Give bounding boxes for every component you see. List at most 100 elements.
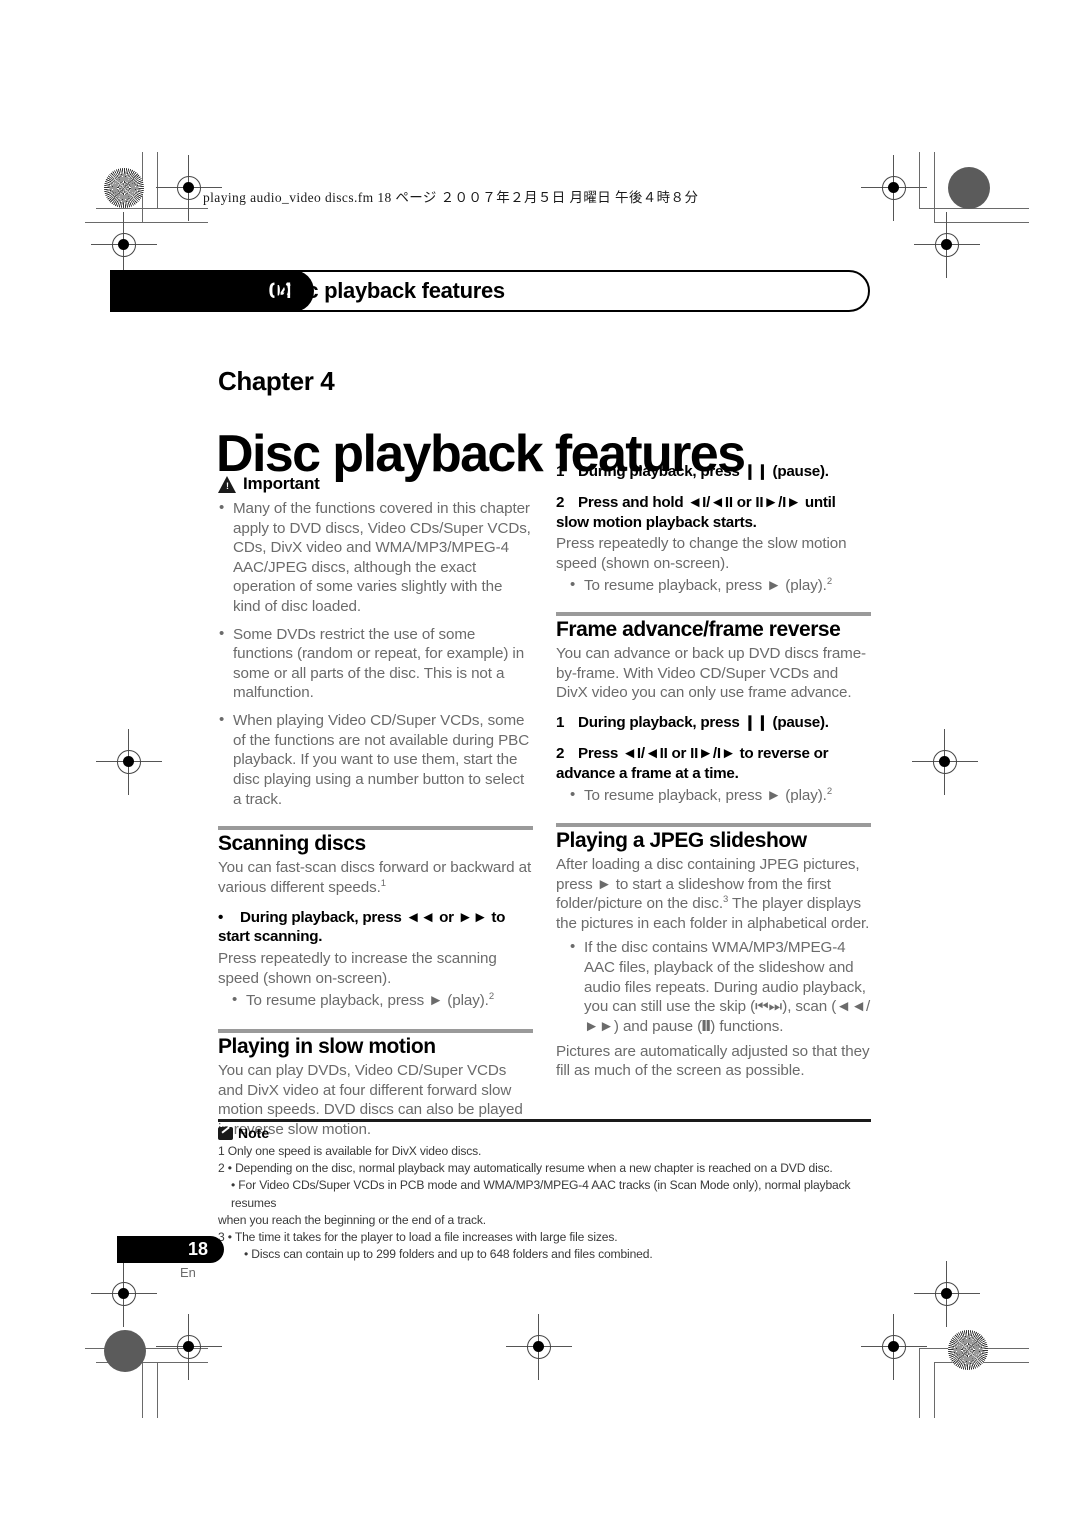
slow-motion-step-2: 2 Press and hold ◄I/◄II or II►/I► until s… (556, 493, 871, 533)
registration-mark (914, 212, 980, 278)
note-pencil-icon (218, 1126, 233, 1140)
step-text: During playback, press ❙❙ (pause). (578, 714, 829, 732)
note-item: 1 Only one speed is available for DivX v… (218, 1144, 482, 1158)
crop-mark-line (85, 222, 208, 223)
warning-triangle-icon: ! (218, 475, 237, 493)
left-column: ! Important Many of the functions covere… (218, 474, 533, 1141)
registration-mark (861, 155, 927, 221)
jpeg-slideshow-bullet-list: If the disc contains WMA/MP3/MPEG-4 AAC … (556, 937, 871, 1036)
slow-motion-resume-list: To resume playback, press ► (play).2 (556, 575, 871, 596)
step-number: 2 (556, 744, 565, 762)
frame-advance-step-1: 1 During playback, press ❙❙ (pause). (556, 713, 871, 733)
registration-mark (156, 1314, 222, 1380)
step-text: Press and hold ◄I/◄II or II►/I► until sl… (556, 493, 836, 531)
chapter-label: Chapter 4 (218, 366, 335, 396)
crop-mark-line (157, 1362, 158, 1418)
print-starburst-mark (948, 1330, 988, 1370)
footnote-ref: 1 (380, 877, 386, 889)
scanning-intro-text: You can fast-scan discs forward or backw… (218, 859, 532, 896)
section-rule (218, 1028, 533, 1033)
list-item: To resume playback, press ► (play).2 (556, 785, 871, 806)
frame-advance-resume-list: To resume playback, press ► (play).2 (556, 785, 871, 806)
registration-mark (91, 212, 157, 278)
slow-motion-step-1: 1 During playback, press ❙❙ (pause). (556, 462, 871, 482)
crop-mark-line (919, 208, 1029, 209)
printer-marks-layer (0, 0, 1080, 1527)
footnote-ref: 2 (488, 991, 494, 1003)
section-heading-jpeg-slideshow: Playing a JPEG slideshow (556, 828, 807, 852)
scanning-step: • During playback, press ◄◄ or ►► to star… (218, 908, 533, 948)
registration-mark (914, 1261, 980, 1327)
list-item: To resume playback, press ► (play).2 (218, 990, 533, 1011)
list-item: Some DVDs restrict the use of some funct… (218, 624, 533, 703)
scanning-resume-list: To resume playback, press ► (play).2 (218, 990, 533, 1011)
crop-mark-line (142, 152, 143, 222)
notes-section: Note 1 Only one speed is available for D… (218, 1119, 871, 1263)
step-text: During playback, press ❙❙ (pause). (578, 463, 829, 480)
page-language-label: En (180, 1265, 196, 1280)
important-label: Important (243, 474, 320, 493)
running-head-title: Disc playback features (273, 278, 505, 303)
list-item: If the disc contains WMA/MP3/MPEG-4 AAC … (556, 937, 871, 1036)
section-heading-frame-advance: Frame advance/frame reverse (556, 618, 841, 642)
crop-mark-line (96, 208, 208, 209)
section-rule (556, 822, 871, 827)
section-heading-scanning-discs: Scanning discs (218, 832, 366, 856)
jpeg-slideshow-closing: Pictures are automatically adjusted so t… (556, 1042, 870, 1080)
crop-mark-line (934, 222, 1029, 223)
print-density-mark (104, 1330, 146, 1372)
scanning-after-step: Press repeatedly to increase the scannin… (218, 950, 497, 987)
crop-mark-line (85, 1348, 208, 1349)
step-number: 1 (556, 714, 565, 732)
crop-mark-line (934, 1362, 935, 1418)
crop-mark-line (919, 1348, 1029, 1349)
registration-mark (506, 1314, 572, 1380)
frame-advance-step-2: 2 Press ◄I/◄II or II►/I► to reverse or ad… (556, 744, 871, 784)
file-slug: playing audio_video discs.fm 18 ページ ２００７… (203, 190, 699, 205)
note-item: • Discs can contain up to 299 folders an… (244, 1247, 653, 1262)
important-bullet-list: Many of the functions covered in this ch… (218, 498, 533, 809)
registration-mark (96, 729, 162, 795)
scanning-intro: You can fast-scan discs forward or backw… (218, 858, 533, 897)
note-item: 3 • The time it takes for the player to … (218, 1229, 618, 1244)
registration-mark (912, 729, 978, 795)
step-number: 1 (556, 463, 565, 480)
frame-advance-resume-text: To resume playback, press ► (play). (584, 787, 827, 805)
note-item: • For Video CDs/Super VCDs in PCB mode a… (231, 1178, 851, 1210)
footnote-ref: 2 (826, 786, 832, 798)
section-rule (556, 612, 871, 617)
list-item: To resume playback, press ► (play).2 (556, 575, 871, 596)
crop-mark-line (934, 152, 935, 223)
scanning-step-text: During playback, press ◄◄ or ►► to start… (218, 908, 506, 946)
right-column: 1 During playback, press ❙❙ (pause). 2 Pre… (556, 462, 871, 1083)
scanning-step-bullet: • (218, 908, 224, 926)
jpeg-slideshow-intro: After loading a disc containing JPEG pic… (556, 855, 871, 933)
print-starburst-mark (104, 168, 144, 208)
footnote-ref: 2 (826, 576, 832, 588)
crop-mark-line (142, 1348, 143, 1418)
slow-motion-after-steps: Press repeatedly to change the slow moti… (556, 535, 847, 572)
section-rule (218, 826, 533, 831)
note-item: when you reach the beginning or the end … (218, 1212, 487, 1227)
section-heading-slow-motion: Playing in slow motion (218, 1034, 436, 1058)
scanning-resume-text: To resume playback, press ► (play). (246, 992, 489, 1010)
page-number-badge: 18 (117, 1236, 224, 1263)
list-item: Many of the functions covered in this ch… (218, 498, 533, 617)
frame-advance-intro: You can advance or back up DVD discs fra… (556, 645, 867, 702)
notes-heading: Note (218, 1125, 871, 1141)
notes-rule (218, 1119, 871, 1122)
crop-mark-line (96, 1362, 208, 1363)
slow-motion-resume-text: To resume playback, press ► (play). (584, 577, 827, 595)
notes-label: Note (238, 1125, 270, 1141)
print-density-mark (948, 167, 990, 209)
registration-mark (861, 1314, 927, 1380)
note-item: 2 • Depending on the disc, normal playba… (218, 1161, 833, 1176)
crop-mark-line (919, 1348, 920, 1418)
list-item: When playing Video CD/Super VCDs, some o… (218, 710, 533, 809)
registration-mark (91, 1261, 157, 1327)
running-head: 04 Disc playback features (110, 270, 870, 312)
crop-mark-line (157, 152, 158, 208)
crop-mark-line (919, 152, 920, 209)
step-text: Press ◄I/◄II or II►/I► to reverse or adv… (556, 744, 829, 782)
registration-mark (156, 155, 222, 221)
